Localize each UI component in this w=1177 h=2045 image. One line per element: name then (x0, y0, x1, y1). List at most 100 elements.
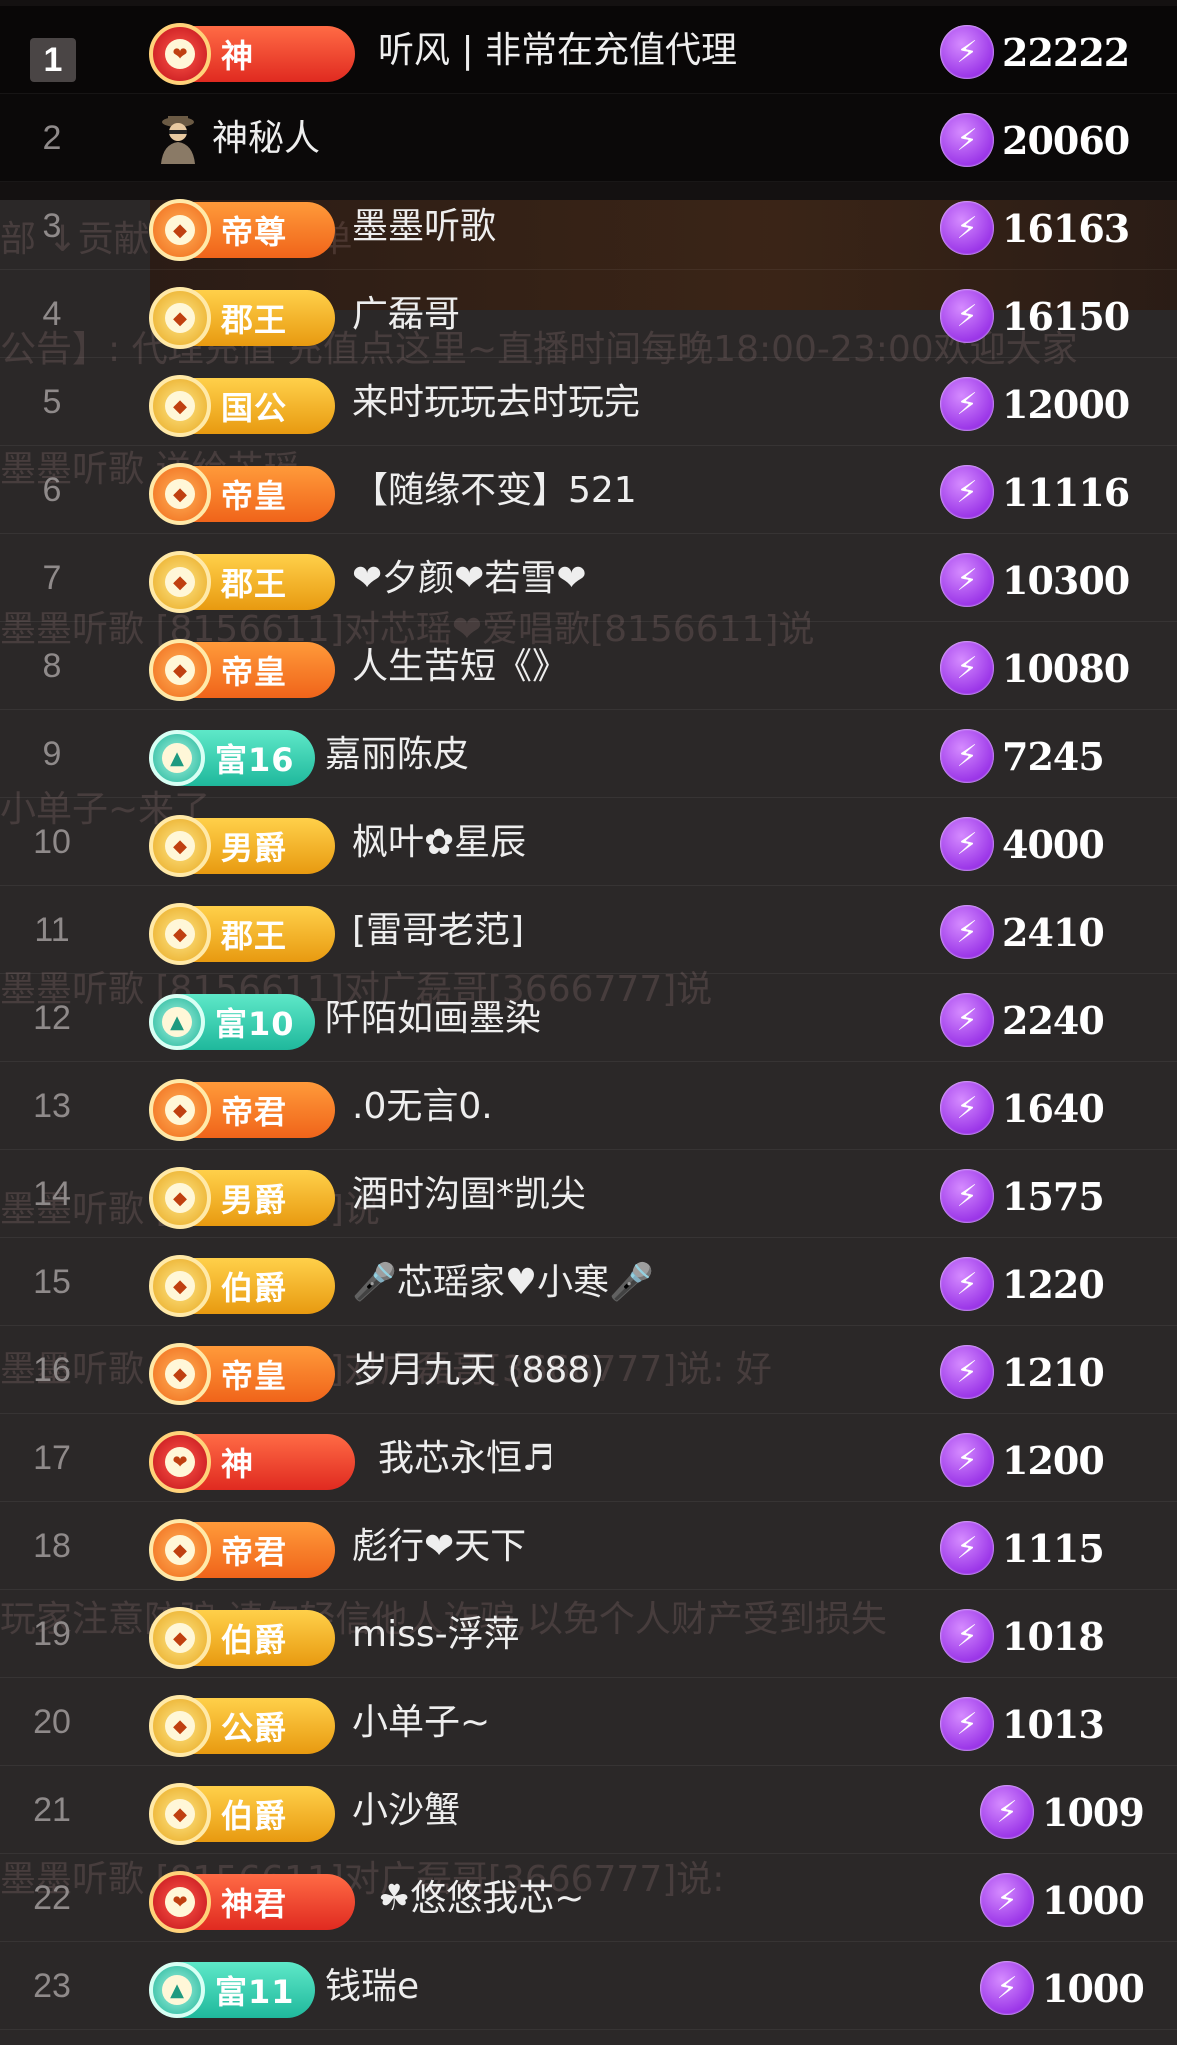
user-name[interactable]: 🎤芯瑶家♥小寒🎤 (352, 1258, 654, 1308)
ranking-row[interactable]: 2 神秘人 ⚡ 20060 (0, 94, 1177, 182)
user-name[interactable]: 【随缘不变】521 (352, 466, 637, 516)
user-name[interactable]: 枫叶✿星辰 (352, 818, 526, 868)
user-name[interactable]: ☘悠悠我芯~ (378, 1874, 584, 1924)
lightning-bolt-icon: ⚡ (940, 553, 994, 607)
user-name[interactable]: 酒时沟圄*凯尖 (352, 1170, 586, 1220)
ranking-row[interactable]: 21 ◆ 伯爵 小沙蟹 ⚡ 1009 (0, 1766, 1177, 1854)
rank-number: 5 (42, 383, 62, 421)
user-name[interactable]: 人生苦短《》 (352, 642, 568, 692)
ranking-row[interactable]: 7 ◆ 郡王 ❤夕颜❤若雪❤ ⚡ 10300 (0, 534, 1177, 622)
emblem-core-icon: ◆ (165, 1623, 195, 1653)
ranking-row[interactable]: 19 ◆ 伯爵 miss-浮萍 ⚡ 1018 (0, 1590, 1177, 1678)
rank-badge-label: 神 (221, 1445, 255, 1483)
lightning-bolt-icon: ⚡ (940, 377, 994, 431)
score-value: 22222 (1002, 29, 1130, 75)
ranking-row[interactable]: 14 ◆ 男爵 酒时沟圄*凯尖 ⚡ 1575 (0, 1150, 1177, 1238)
emblem-core-icon: ◆ (165, 303, 195, 333)
ranking-row[interactable]: 5 ◆ 国公 来时玩玩去时玩完 ⚡ 12000 (0, 358, 1177, 446)
rank-badge: ◆ 国公 (149, 375, 335, 437)
ranking-row[interactable]: 11 ◆ 郡王 [雷哥老范] ⚡ 2410 (0, 886, 1177, 974)
rank-emblem-icon: ◆ (149, 375, 211, 437)
ranking-row[interactable]: 22 ❤ 神君 ☘悠悠我芯~ ⚡ 1000 (0, 1854, 1177, 1942)
score-value: 7245 (1002, 733, 1105, 779)
lightning-bolt-icon: ⚡ (940, 465, 994, 519)
score-value: 16150 (1002, 293, 1130, 339)
ranking-row[interactable]: 6 ◆ 帝皇 【随缘不变】521 ⚡ 11116 (0, 446, 1177, 534)
ranking-row[interactable]: 23 ▲ 富11 钱瑞e ⚡ 1000 (0, 1942, 1177, 2030)
lightning-bolt-icon: ⚡ (940, 905, 994, 959)
ranking-row[interactable]: 3 ◆ 帝尊 墨墨听歌 ⚡ 16163 (0, 182, 1177, 270)
contribution-score: ⚡ 1018 (940, 1608, 1105, 1664)
mystery-person-icon (155, 114, 201, 164)
rank-badge: ▲ 富11 (149, 1962, 315, 2018)
rank-number: 14 (33, 1175, 71, 1213)
contribution-score: ⚡ 1640 (940, 1080, 1105, 1136)
rank-number: 16 (33, 1351, 71, 1389)
user-name[interactable]: 小沙蟹 (352, 1786, 460, 1836)
user-name[interactable]: 听风 | 非常在充值代理 (378, 26, 737, 76)
lightning-bolt-icon: ⚡ (940, 201, 994, 255)
user-name[interactable]: ❤夕颜❤若雪❤ (352, 554, 587, 604)
contribution-score: ⚡ 1009 (980, 1784, 1145, 1840)
contribution-score: ⚡ 12000 (940, 376, 1130, 432)
contribution-score: ⚡ 1000 (980, 1960, 1145, 2016)
rank-badge-label: 神 (221, 37, 255, 75)
rank-badge: ◆ 伯爵 (149, 1607, 335, 1669)
user-name[interactable]: 神秘人 (212, 114, 320, 164)
ranking-row[interactable]: 18 ◆ 帝君 彪行❤天下 ⚡ 1115 (0, 1502, 1177, 1590)
lightning-bolt-icon: ⚡ (940, 817, 994, 871)
score-value: 1000 (1042, 1877, 1145, 1923)
ranking-row[interactable]: 8 ◆ 帝皇 人生苦短《》 ⚡ 10080 (0, 622, 1177, 710)
user-name[interactable]: .0无言0. (352, 1082, 493, 1132)
score-value: 4000 (1002, 821, 1105, 867)
rank-emblem-icon: ◆ (149, 1255, 211, 1317)
score-value: 2410 (1002, 909, 1105, 955)
ranking-row[interactable]: 10 ◆ 男爵 枫叶✿星辰 ⚡ 4000 (0, 798, 1177, 886)
ranking-row[interactable]: 20 ◆ 公爵 小单子~ ⚡ 1013 (0, 1678, 1177, 1766)
rank-badge: ◆ 帝皇 (149, 463, 335, 525)
rank-emblem-icon: ▲ (149, 994, 205, 1050)
user-name[interactable]: 来时玩玩去时玩完 (352, 378, 640, 428)
rank-emblem-icon: ◆ (149, 1607, 211, 1669)
rank-emblem-icon: ❤ (149, 1431, 211, 1493)
contribution-score: ⚡ 11116 (940, 464, 1130, 520)
ranking-row[interactable]: 13 ◆ 帝君 .0无言0. ⚡ 1640 (0, 1062, 1177, 1150)
user-name[interactable]: 嘉丽陈皮 (325, 730, 469, 780)
rank-number: 9 (42, 735, 62, 773)
ranking-row[interactable]: 12 ▲ 富10 阡陌如画墨染 ⚡ 2240 (0, 974, 1177, 1062)
lightning-bolt-icon: ⚡ (940, 1257, 994, 1311)
contribution-score: ⚡ 16150 (940, 288, 1130, 344)
ranking-row[interactable]: 15 ◆ 伯爵 🎤芯瑶家♥小寒🎤 ⚡ 1220 (0, 1238, 1177, 1326)
rank-number: 21 (33, 1791, 71, 1829)
ranking-row[interactable]: 9 ▲ 富16 嘉丽陈皮 ⚡ 7245 (0, 710, 1177, 798)
user-name[interactable]: 墨墨听歌 (352, 202, 496, 252)
score-value: 1018 (1002, 1613, 1105, 1659)
contribution-score: ⚡ 7245 (940, 728, 1105, 784)
emblem-core-icon: ❤ (165, 39, 195, 69)
ranking-row[interactable]: 1 ❤ 神听风 | 非常在充值代理 ⚡ 22222 (0, 6, 1177, 94)
ranking-row[interactable]: 16 ◆ 帝皇 岁月九天 (888) ⚡ 1210 (0, 1326, 1177, 1414)
user-name[interactable]: [雷哥老范] (352, 906, 524, 956)
rank-emblem-icon: ❤ (149, 1871, 211, 1933)
user-name[interactable]: 小单子~ (352, 1698, 490, 1748)
rank-badge: ◆ 伯爵 (149, 1783, 335, 1845)
user-name[interactable]: miss-浮萍 (352, 1610, 520, 1660)
user-name[interactable]: 我芯永恒♬ (378, 1434, 554, 1484)
rank-emblem-icon: ◆ (149, 815, 211, 877)
rank-badge-label: 帝皇 (221, 653, 288, 691)
rank-badge-label: 神君 (221, 1885, 288, 1923)
rank-badge: ❤ 神君 (149, 1871, 355, 1933)
rank-badge: ◆ 男爵 (149, 815, 335, 877)
user-name[interactable]: 广磊哥 (352, 290, 460, 340)
lightning-bolt-icon: ⚡ (980, 1961, 1034, 2015)
user-name[interactable]: 阡陌如画墨染 (325, 994, 541, 1044)
user-name[interactable]: 彪行❤天下 (352, 1522, 526, 1572)
user-name[interactable]: 钱瑞e (325, 1962, 419, 2012)
ranking-row[interactable]: 4 ◆ 郡王 广磊哥 ⚡ 16150 (0, 270, 1177, 358)
contribution-score: ⚡ 1575 (940, 1168, 1105, 1224)
score-value: 2240 (1002, 997, 1105, 1043)
user-name[interactable]: 岁月九天 (888) (352, 1346, 604, 1396)
rank-number: 1 (30, 38, 76, 82)
contribution-score: ⚡ 2410 (940, 904, 1105, 960)
ranking-row[interactable]: 17 ❤ 神我芯永恒♬ ⚡ 1200 (0, 1414, 1177, 1502)
